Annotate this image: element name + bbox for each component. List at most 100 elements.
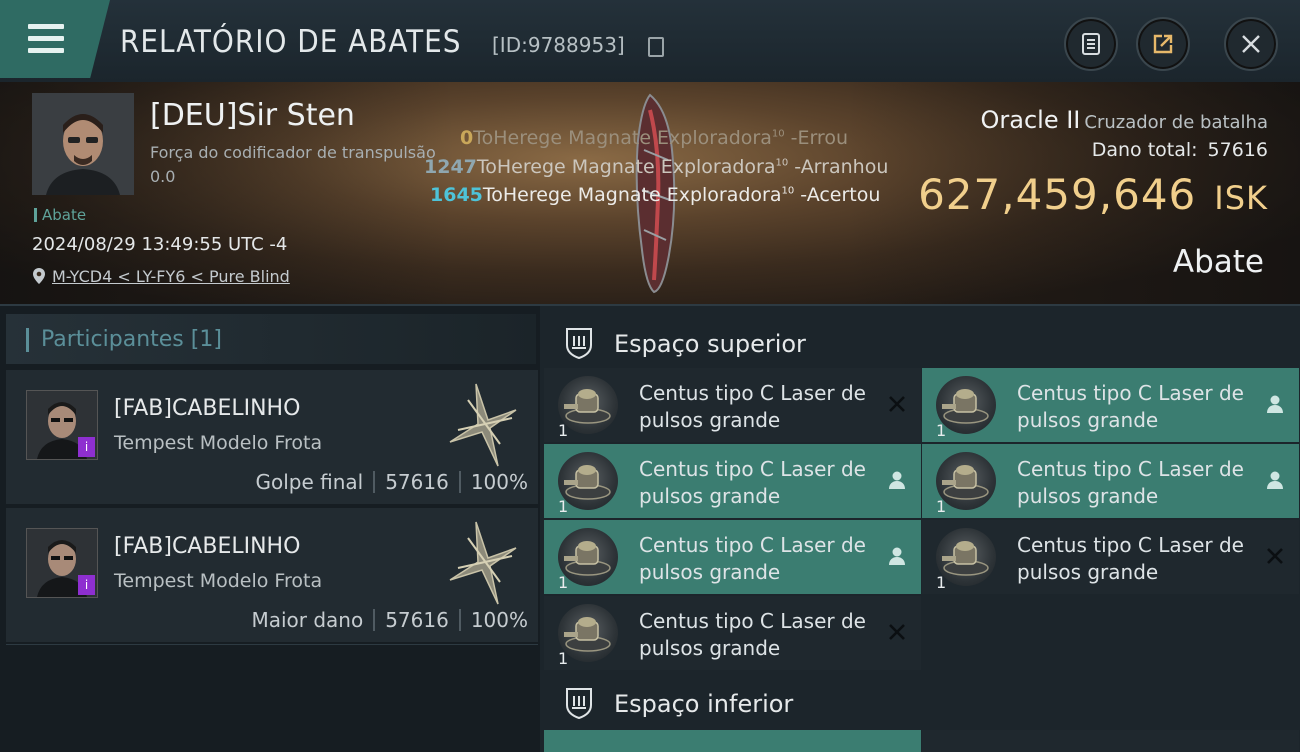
damage-source: ToHerege Magnate Exploradora (482, 184, 782, 206)
damage-source-level: 10 (781, 185, 795, 197)
share-button[interactable] (1136, 17, 1190, 71)
module-name: Centus tipo C Laser de pulsos grande (1017, 381, 1244, 432)
high-slot-module[interactable]: 1 Centus tipo C Laser de pulsos grande (544, 368, 921, 442)
damage-result: -Arranhou (794, 156, 889, 178)
high-slot-module[interactable]: 1 Centus tipo C Laser de pulsos grande (922, 368, 1299, 442)
info-badge-icon[interactable]: i (78, 575, 95, 595)
module-quantity: 1 (936, 573, 947, 592)
module-quantity: 1 (558, 573, 569, 592)
kill-datetime: 2024/08/29 13:49:55 UTC -4 (32, 234, 288, 255)
damage-result: -Acertou (800, 184, 881, 206)
participant-percent: 100% (470, 608, 528, 632)
kill-status: Abate (1172, 244, 1264, 280)
damage-value: 1247 (424, 156, 477, 178)
dropped-person-icon (889, 471, 905, 489)
close-icon (1242, 35, 1260, 53)
module-quantity: 1 (936, 497, 947, 516)
high-slot-module[interactable]: 1 Centus tipo C Laser de pulsos grande (544, 520, 921, 594)
damage-source-level: 10 (775, 157, 789, 169)
location-pin-icon (33, 268, 45, 284)
module-name: Centus tipo C Laser de pulsos grande (1017, 457, 1244, 508)
damage-source: ToHerege Magnate Exploradora (473, 127, 772, 149)
participant-stats: Golpe final 57616 100% (255, 470, 528, 494)
participant-damage: 57616 (385, 608, 449, 632)
ship-class: Cruzador de batalha (1084, 112, 1268, 133)
high-slot-module[interactable]: 1 Centus tipo C Laser de pulsos grande (922, 444, 1299, 518)
participant-stats: Maior dano 57616 100% (251, 608, 528, 632)
fitting-panel: Espaço superior 1 Centus tipo C Laser de … (540, 304, 1300, 752)
isk-unit: ISK (1214, 179, 1268, 217)
avatar (32, 93, 134, 195)
total-damage-value: 57616 (1207, 139, 1268, 161)
low-slots-header: Espaço inferior (540, 672, 1300, 732)
module-quantity: 1 (558, 649, 569, 668)
high-slot-icon (566, 328, 592, 360)
participant-name[interactable]: [FAB]CABELINHO (114, 534, 300, 559)
damage-source-level: 10 (771, 128, 785, 140)
high-slot-module[interactable]: 1 Centus tipo C Laser de pulsos grande (922, 520, 1299, 594)
isk-value: 627,459,646 ISK (918, 170, 1268, 219)
low-slot-item[interactable] (544, 730, 921, 752)
damage-log-line: 1645ToHerege Magnate Exploradora10 -Acert… (430, 184, 880, 206)
victim-corporation: Força do codificador de transpulsão (150, 143, 436, 162)
high-slot-module[interactable]: 1 Centus tipo C Laser de pulsos grande (544, 444, 921, 518)
dropped-person-icon (1267, 395, 1283, 413)
module-name: Centus tipo C Laser de pulsos grande (639, 381, 866, 432)
participant-card[interactable]: i [FAB]CABELINHO Tempest Modelo Frota Ma… (6, 508, 538, 642)
destroyed-x-icon (889, 624, 905, 640)
high-slots-header: Espaço superior (540, 312, 1300, 372)
damage-value: 1645 (430, 184, 483, 206)
document-icon (1082, 33, 1100, 55)
participant-name[interactable]: [FAB]CABELINHO (114, 396, 300, 421)
info-badge-icon[interactable]: i (78, 437, 95, 457)
participant-percent: 100% (470, 470, 528, 494)
damage-value: 0 (460, 127, 474, 149)
dropped-person-icon (889, 547, 905, 565)
module-name: Centus tipo C Laser de pulsos grande (1017, 533, 1244, 584)
victim-security: 0.0 (150, 167, 176, 186)
low-slot-item[interactable] (922, 730, 1299, 752)
damage-log-line: 0ToHerege Magnate Exploradora10 -Errou (460, 127, 848, 149)
low-slot-icon (566, 688, 592, 720)
copy-icon[interactable] (648, 37, 664, 57)
avatar[interactable]: i (26, 528, 98, 598)
participant-ship: Tempest Modelo Frota (114, 432, 323, 454)
avatar[interactable]: i (26, 390, 98, 460)
victim-portrait[interactable] (32, 93, 134, 195)
high-slots-label: Espaço superior (614, 330, 806, 358)
participant-ship: Tempest Modelo Frota (114, 570, 323, 592)
kill-location[interactable]: M-YCD4 < LY-FY6 < Pure Blind (32, 267, 290, 286)
low-slots-label: Espaço inferior (614, 690, 794, 718)
destroyed-x-icon (889, 396, 905, 412)
participants-header: Participantes [1] (6, 314, 536, 364)
divider (6, 644, 538, 645)
module-name: Centus tipo C Laser de pulsos grande (639, 457, 866, 508)
participant-damage: 57616 (385, 470, 449, 494)
module-quantity: 1 (558, 497, 569, 516)
participant-card[interactable]: i [FAB]CABELINHO Tempest Modelo Frota Go… (6, 370, 538, 504)
ship-icon[interactable] (438, 380, 528, 470)
report-button[interactable] (1064, 17, 1118, 71)
participant-role: Golpe final (255, 470, 364, 494)
kill-id: [ID:9788953] (492, 33, 625, 57)
participants-panel: Participantes [1] i [FAB]CABELINHO Tempe… (0, 304, 540, 752)
destroyed-x-icon (1267, 548, 1283, 564)
share-icon (1153, 34, 1173, 54)
total-damage: Dano total: 57616 (1092, 139, 1268, 161)
participants-title: Participantes [1] (41, 327, 222, 352)
victim-ship[interactable]: Oracle II Cruzador de batalha (980, 106, 1268, 134)
menu-button[interactable] (0, 0, 110, 78)
location-text[interactable]: M-YCD4 < LY-FY6 < Pure Blind (52, 267, 290, 286)
participant-role: Maior dano (251, 608, 364, 632)
damage-log-line: 1247ToHerege Magnate Exploradora10 -Arran… (424, 156, 888, 178)
victim-name[interactable]: [DEU]Sir Sten (150, 98, 355, 133)
close-button[interactable] (1224, 17, 1278, 71)
total-damage-label: Dano total: (1091, 139, 1198, 161)
damage-result: -Errou (790, 127, 848, 149)
isk-amount: 627,459,646 (918, 170, 1197, 219)
module-quantity: 1 (558, 421, 569, 440)
high-slot-module[interactable]: 1 Centus tipo C Laser de pulsos grande (544, 596, 921, 670)
dropped-person-icon (1267, 471, 1283, 489)
ship-icon[interactable] (438, 518, 528, 608)
kill-type-tag: Abate (34, 206, 86, 224)
